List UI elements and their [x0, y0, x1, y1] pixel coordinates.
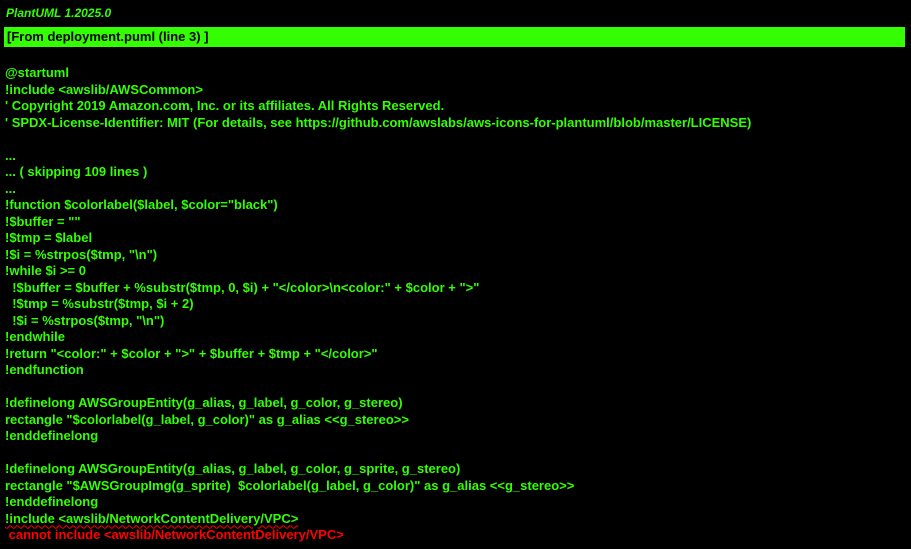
source-line: !enddefinelong — [5, 428, 99, 443]
source-line — [5, 445, 751, 462]
source-line: !$tmp = %substr($tmp, $i + 2) — [5, 296, 194, 311]
source-line: !definelong AWSGroupEntity(g_alias, g_la… — [5, 461, 461, 476]
source-line: ... — [5, 180, 16, 196]
source-line: !$buffer = "" — [5, 213, 81, 229]
source-line: !function $colorlabel($label, $color="bl… — [5, 197, 278, 212]
source-line: !include <awslib/AWSCommon> — [5, 81, 203, 97]
source-line: !enddefinelong — [5, 494, 99, 509]
source-line — [5, 131, 751, 148]
source-line: ' Copyright 2019 Amazon.com, Inc. or its… — [5, 98, 445, 113]
source-line: !$tmp = $label — [5, 230, 93, 245]
source-line: !$i = %strpos($tmp, "\n") — [5, 246, 158, 262]
source-line: @startuml — [5, 65, 69, 80]
source-line: ... — [5, 147, 16, 163]
error-message: cannot include <awslib/NetworkContentDel… — [5, 527, 344, 542]
source-line: !while $i >= 0 — [5, 263, 86, 278]
plantuml-version: PlantUML 1.2025.0 — [6, 6, 112, 20]
error-source-banner: [From deployment.puml (line 3) ] — [4, 27, 905, 47]
source-line: !$buffer = $buffer + %substr($tmp, 0, $i… — [5, 279, 480, 295]
source-line: !endwhile — [5, 329, 65, 344]
source-line: rectangle "$AWSGroupImg(g_sprite) $color… — [5, 477, 575, 493]
failing-include-line: !include <awslib/NetworkContentDelivery/… — [5, 510, 299, 526]
source-line — [5, 379, 751, 396]
source-line: ' SPDX-License-Identifier: MIT (For deta… — [5, 114, 752, 130]
source-line: ... ( skipping 109 lines ) — [5, 164, 148, 179]
source-line: !definelong AWSGroupEntity(g_alias, g_la… — [5, 395, 403, 410]
source-line: !endfunction — [5, 362, 84, 377]
source-line: !$i = %strpos($tmp, "\n") — [5, 312, 165, 328]
source-line: !return "<color:" + $color + ">" + $buff… — [5, 345, 378, 361]
source-line: rectangle "$colorlabel(g_label, g_color)… — [5, 411, 409, 427]
source-listing: @startuml !include <awslib/AWSCommon> ' Co… — [5, 65, 751, 544]
